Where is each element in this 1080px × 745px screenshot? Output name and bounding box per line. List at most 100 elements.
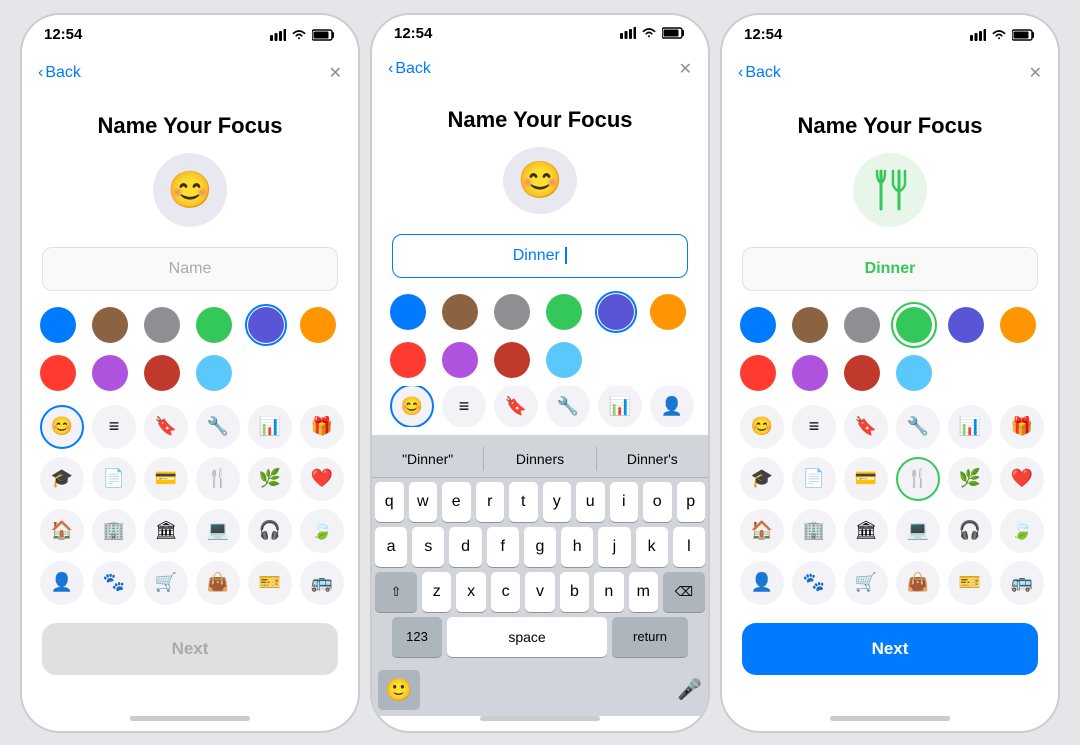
color-red-2[interactable] [390, 342, 426, 378]
key-s[interactable]: s [412, 527, 444, 567]
color-teal-1[interactable] [196, 355, 232, 391]
icon-fork-1[interactable]: 🍴 [196, 457, 240, 501]
color-blue-3[interactable] [740, 307, 776, 343]
icon-leaf-3[interactable]: 🌿 [948, 457, 992, 501]
name-input-3[interactable]: Dinner [742, 247, 1038, 291]
key-d[interactable]: d [449, 527, 481, 567]
key-space[interactable]: space [447, 617, 607, 657]
icon-grad-1[interactable]: 🎓 [40, 457, 84, 501]
icon-chart-1[interactable]: 📊 [248, 405, 292, 449]
color-red-3[interactable] [740, 355, 776, 391]
autocomplete-dinner-quoted[interactable]: "Dinner" [372, 447, 484, 471]
back-button-1[interactable]: ‹ Back [38, 64, 81, 82]
icon-bus-3[interactable]: 🚌 [1000, 561, 1044, 605]
icon-doc-3[interactable]: 📄 [792, 457, 836, 501]
icon-bm-2p[interactable]: 🔖 [494, 386, 538, 427]
icon-list-1[interactable]: ≡ [92, 405, 136, 449]
back-button-2[interactable]: ‹ Back [388, 60, 431, 78]
icon-home-1[interactable]: 🏠 [40, 509, 84, 553]
color-brown-1[interactable] [92, 307, 128, 343]
color-blue-2[interactable] [390, 294, 426, 330]
color-green-1[interactable] [196, 307, 232, 343]
icon-nature-1[interactable]: 🍃 [300, 509, 344, 553]
icon-laptop-3[interactable]: 💻 [896, 509, 940, 553]
autocomplete-dinner-apos[interactable]: Dinner's [597, 447, 708, 471]
key-delete[interactable]: ⌫ [663, 572, 705, 612]
key-123[interactable]: 123 [392, 617, 442, 657]
icon-heart-3[interactable]: ❤️ [1000, 457, 1044, 501]
key-f[interactable]: f [487, 527, 519, 567]
key-p[interactable]: p [677, 482, 706, 522]
icon-list-3[interactable]: ≡ [792, 405, 836, 449]
icon-ticket-3[interactable]: 🎫 [948, 561, 992, 605]
key-m[interactable]: m [629, 572, 658, 612]
icon-bag-1[interactable]: 👜 [196, 561, 240, 605]
key-o[interactable]: o [643, 482, 672, 522]
color-darkred-1[interactable] [144, 355, 180, 391]
name-input-2[interactable]: Dinner [392, 234, 688, 278]
color-red-1[interactable] [40, 355, 76, 391]
autocomplete-dinners[interactable]: Dinners [484, 447, 596, 471]
icon-bookmark-3[interactable]: 🔖 [844, 405, 888, 449]
icon-cart-3[interactable]: 🛒 [844, 561, 888, 605]
color-gray-3[interactable] [844, 307, 880, 343]
color-violet-1[interactable] [92, 355, 128, 391]
color-darkred-3[interactable] [844, 355, 880, 391]
color-purple-1[interactable] [248, 307, 284, 343]
icon-emoji-2p[interactable]: 😊 [390, 386, 434, 427]
key-t[interactable]: t [509, 482, 538, 522]
icon-paw-1[interactable]: 🐾 [92, 561, 136, 605]
color-purple-2[interactable] [598, 294, 634, 330]
icon-tool-2p[interactable]: 🔧 [546, 386, 590, 427]
icon-doc-1[interactable]: 📄 [92, 457, 136, 501]
next-button-3[interactable]: Next [742, 623, 1038, 675]
color-teal-3[interactable] [896, 355, 932, 391]
close-button-1[interactable]: ✕ [329, 63, 342, 83]
color-purple-3[interactable] [948, 307, 984, 343]
name-input-1[interactable]: Name [42, 247, 338, 291]
key-e[interactable]: e [442, 482, 471, 522]
focus-icon-2[interactable]: 😊 [503, 147, 577, 214]
icon-headphones-3[interactable]: 🎧 [948, 509, 992, 553]
icon-list-2p[interactable]: ≡ [442, 386, 486, 427]
key-return[interactable]: return [612, 617, 688, 657]
color-darkred-2[interactable] [494, 342, 530, 378]
icon-card-1[interactable]: 💳 [144, 457, 188, 501]
icon-laptop-1[interactable]: 💻 [196, 509, 240, 553]
back-button-3[interactable]: ‹ Back [738, 64, 781, 82]
icon-home-3[interactable]: 🏠 [740, 509, 784, 553]
icon-chart-3[interactable]: 📊 [948, 405, 992, 449]
icon-chart-2p[interactable]: 📊 [598, 386, 642, 427]
icon-person-1[interactable]: 👤 [40, 561, 84, 605]
icon-leaf-1[interactable]: 🌿 [248, 457, 292, 501]
color-brown-3[interactable] [792, 307, 828, 343]
key-r[interactable]: r [476, 482, 505, 522]
icon-heart-1[interactable]: ❤️ [300, 457, 344, 501]
color-gray-2[interactable] [494, 294, 530, 330]
color-violet-2[interactable] [442, 342, 478, 378]
icon-gift-3[interactable]: 🎁 [1000, 405, 1044, 449]
color-green-3[interactable] [896, 307, 932, 343]
icon-tool-1[interactable]: 🔧 [196, 405, 240, 449]
color-brown-2[interactable] [442, 294, 478, 330]
key-a[interactable]: a [375, 527, 407, 567]
color-gray-1[interactable] [144, 307, 180, 343]
close-button-2[interactable]: ✕ [679, 59, 692, 79]
icon-emoji-1[interactable]: 😊 [40, 405, 84, 449]
key-n[interactable]: n [594, 572, 623, 612]
icon-card-3[interactable]: 💳 [844, 457, 888, 501]
icon-cart-1[interactable]: 🛒 [144, 561, 188, 605]
key-h[interactable]: h [561, 527, 593, 567]
icon-bus-1[interactable]: 🚌 [300, 561, 344, 605]
color-orange-3[interactable] [1000, 307, 1036, 343]
key-j[interactable]: j [598, 527, 630, 567]
icon-nature-3[interactable]: 🍃 [1000, 509, 1044, 553]
key-shift[interactable]: ⇧ [375, 572, 417, 612]
icon-ticket-1[interactable]: 🎫 [248, 561, 292, 605]
icon-grad-3[interactable]: 🎓 [740, 457, 784, 501]
icon-fork-3[interactable]: 🍴 [896, 457, 940, 501]
key-c[interactable]: c [491, 572, 520, 612]
icon-tool-3[interactable]: 🔧 [896, 405, 940, 449]
color-violet-3[interactable] [792, 355, 828, 391]
key-y[interactable]: y [543, 482, 572, 522]
